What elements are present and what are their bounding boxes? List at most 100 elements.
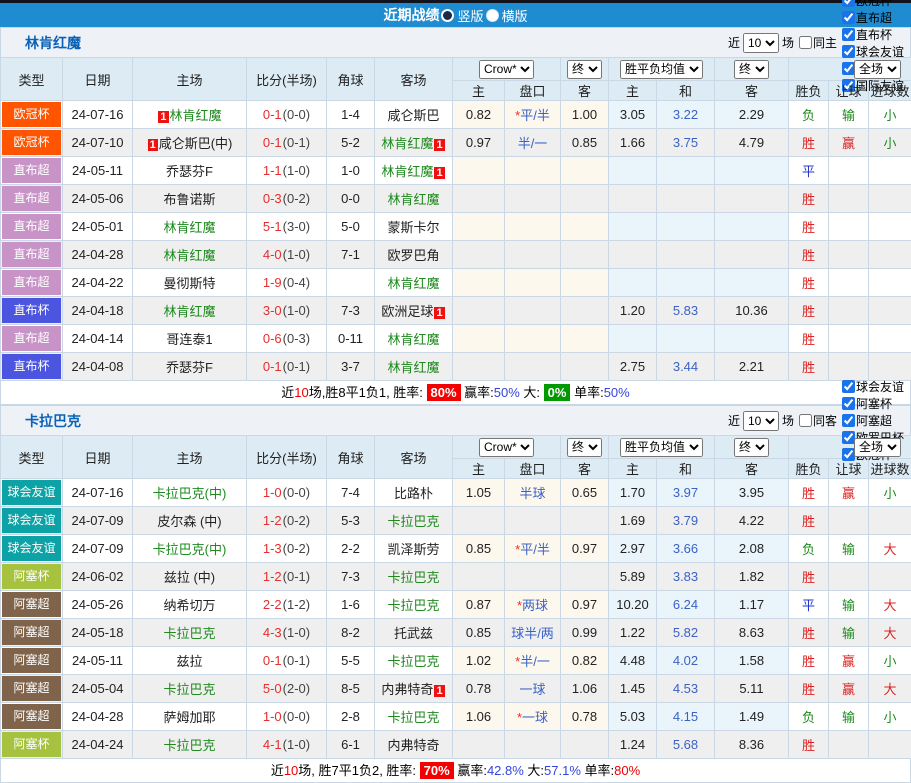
summary-segment: 场, 胜7平1负2, 胜率: [298, 763, 419, 778]
odds-home [453, 213, 505, 241]
odds-home [453, 157, 505, 185]
odds-handicap: *半/一 [505, 647, 561, 675]
league-filter[interactable]: 阿塞超 [837, 412, 904, 429]
avg-home [609, 325, 657, 353]
team-name: 卡拉巴克 [25, 411, 81, 431]
league-filter[interactable]: 阿塞杯 [837, 395, 904, 412]
league-filter-checkbox[interactable] [842, 380, 855, 393]
corner-score: 3-7 [327, 353, 375, 381]
match-row: 阿塞杯24-06-02兹拉 (中)1-2(0-1)7-3卡拉巴克5.893.83… [1, 563, 911, 591]
league-filter-checkbox[interactable] [842, 28, 855, 41]
avg-away: 4.79 [715, 129, 789, 157]
scope-select[interactable]: 全场 [854, 60, 901, 79]
recent-count-select[interactable]: 10 [743, 33, 779, 53]
match-row: 欧冠杯24-07-161林肯红魔0-1(0-0)1-4咸仑斯巴0.82*平/半1… [1, 101, 911, 129]
avg-draw [657, 269, 715, 297]
league-badge: 直布超 [2, 158, 61, 183]
avg-period-select[interactable]: 终 [734, 438, 769, 457]
score: 1-9(0-4) [247, 269, 327, 297]
odds-home: 0.97 [453, 129, 505, 157]
match-row: 欧冠杯24-07-101咸仑斯巴(中)0-1(0-1)5-2林肯红魔10.97半… [1, 129, 911, 157]
score: 0-1(0-1) [247, 353, 327, 381]
same-venue-filter[interactable]: 同主 [794, 34, 837, 51]
avg-period-select[interactable]: 终 [734, 60, 769, 79]
team-link: 卡拉巴克 [163, 682, 215, 697]
league-badge: 直布超 [2, 214, 61, 239]
team-link: 兹拉 (中) [164, 570, 215, 585]
avg-draw [657, 157, 715, 185]
layout-radio-horizontal[interactable] [486, 9, 499, 22]
match-row: 直布超24-05-01林肯红魔5-1(3-0)5-0蒙斯卡尔胜 [1, 213, 911, 241]
league-badge: 阿塞超 [2, 676, 61, 701]
subheader-goals: 进球数 [869, 459, 911, 479]
match-row: 阿塞超24-05-11兹拉0-1(0-1)5-5卡拉巴克1.02*半/一0.82… [1, 647, 911, 675]
odds-period-select[interactable]: 终 [567, 438, 602, 457]
league-filter-checkbox[interactable] [842, 11, 855, 24]
result-text: 胜 [802, 220, 815, 235]
league-filter[interactable]: 球会友谊 [837, 378, 904, 395]
fulltime-score: 2-2 [263, 597, 282, 612]
handicap-text: 半/一 [518, 136, 548, 151]
goals-result: 大 [869, 675, 911, 703]
avg-draw: 5.82 [657, 619, 715, 647]
avg-odds-select[interactable]: 胜平负均值 [620, 60, 703, 79]
same-venue-checkbox[interactable] [799, 414, 812, 427]
same-venue-filter[interactable]: 同客 [794, 412, 837, 429]
fulltime-score: 4-1 [263, 737, 282, 752]
column-header-away: 客场 [375, 436, 453, 479]
avg-away: 1.82 [715, 563, 789, 591]
odds-period-select[interactable]: 终 [567, 60, 602, 79]
odds-handicap [505, 353, 561, 381]
fulltime-score: 0-6 [263, 331, 282, 346]
team-link: 卡拉巴克 [387, 570, 439, 585]
odds-home [453, 563, 505, 591]
match-type: 直布超 [1, 269, 63, 297]
league-filter[interactable]: 直布杯 [837, 26, 904, 43]
layout-option-horizontal[interactable]: 横版 [484, 6, 528, 25]
league-filter-checkbox[interactable] [842, 397, 855, 410]
corner-score: 1-4 [327, 101, 375, 129]
home-team: 布鲁诺斯 [133, 185, 247, 213]
layout-radio-vertical[interactable] [441, 9, 454, 22]
odds-source-select[interactable]: Crow* [479, 438, 534, 457]
avg-home: 3.05 [609, 101, 657, 129]
away-team: 蒙斯卡尔 [375, 213, 453, 241]
avg-odds-select[interactable]: 胜平负均值 [620, 438, 703, 457]
result: 胜 [789, 185, 829, 213]
odds-home: 1.06 [453, 703, 505, 731]
layout-option-vertical[interactable]: 竖版 [439, 6, 483, 25]
fulltime-score: 0-1 [263, 135, 282, 150]
league-filter-label: 阿塞杯 [856, 395, 892, 412]
avg-draw: 3.44 [657, 353, 715, 381]
team-link: 林肯红魔 [163, 248, 215, 263]
match-date: 24-07-16 [63, 101, 133, 129]
away-team: 卡拉巴克 [375, 647, 453, 675]
halftime-score: (1-0) [283, 163, 310, 178]
league-filter[interactable]: 欧冠杯 [837, 0, 904, 9]
odds-away [561, 353, 609, 381]
home-team: 林肯红魔 [133, 213, 247, 241]
away-team: 比路朴 [375, 479, 453, 507]
league-filter-checkbox[interactable] [842, 45, 855, 58]
handicap-text: 球半/两 [511, 626, 554, 641]
result-text: 负 [802, 710, 815, 725]
home-team: 曼彻斯特 [133, 269, 247, 297]
scope-select[interactable]: 全场 [854, 438, 901, 457]
avg-away: 4.22 [715, 507, 789, 535]
odds-source-select[interactable]: Crow* [479, 60, 534, 79]
same-venue-checkbox[interactable] [799, 36, 812, 49]
match-date: 24-07-09 [63, 535, 133, 563]
match-row: 直布超24-04-22曼彻斯特1-9(0-4)林肯红魔胜 [1, 269, 911, 297]
section-header-team2: 卡拉巴克 近 10 场 同客 球会友谊阿塞杯阿塞超欧罗巴杯欧冠杯 [0, 405, 911, 435]
league-filter[interactable]: 球会友谊 [837, 43, 904, 60]
handicap-text: 平/半 [520, 108, 550, 123]
match-row: 阿塞杯24-04-24卡拉巴克4-1(1-0)6-1内弗特奇1.245.688.… [1, 731, 911, 759]
league-filter[interactable]: 直布超 [837, 9, 904, 26]
goals-result-text: 小 [884, 108, 897, 123]
match-type: 直布超 [1, 213, 63, 241]
league-filter-checkbox[interactable] [842, 414, 855, 427]
match-date: 24-05-01 [63, 213, 133, 241]
league-filter-checkbox[interactable] [842, 0, 855, 7]
result-text: 胜 [802, 192, 815, 207]
recent-count-select[interactable]: 10 [743, 411, 779, 431]
